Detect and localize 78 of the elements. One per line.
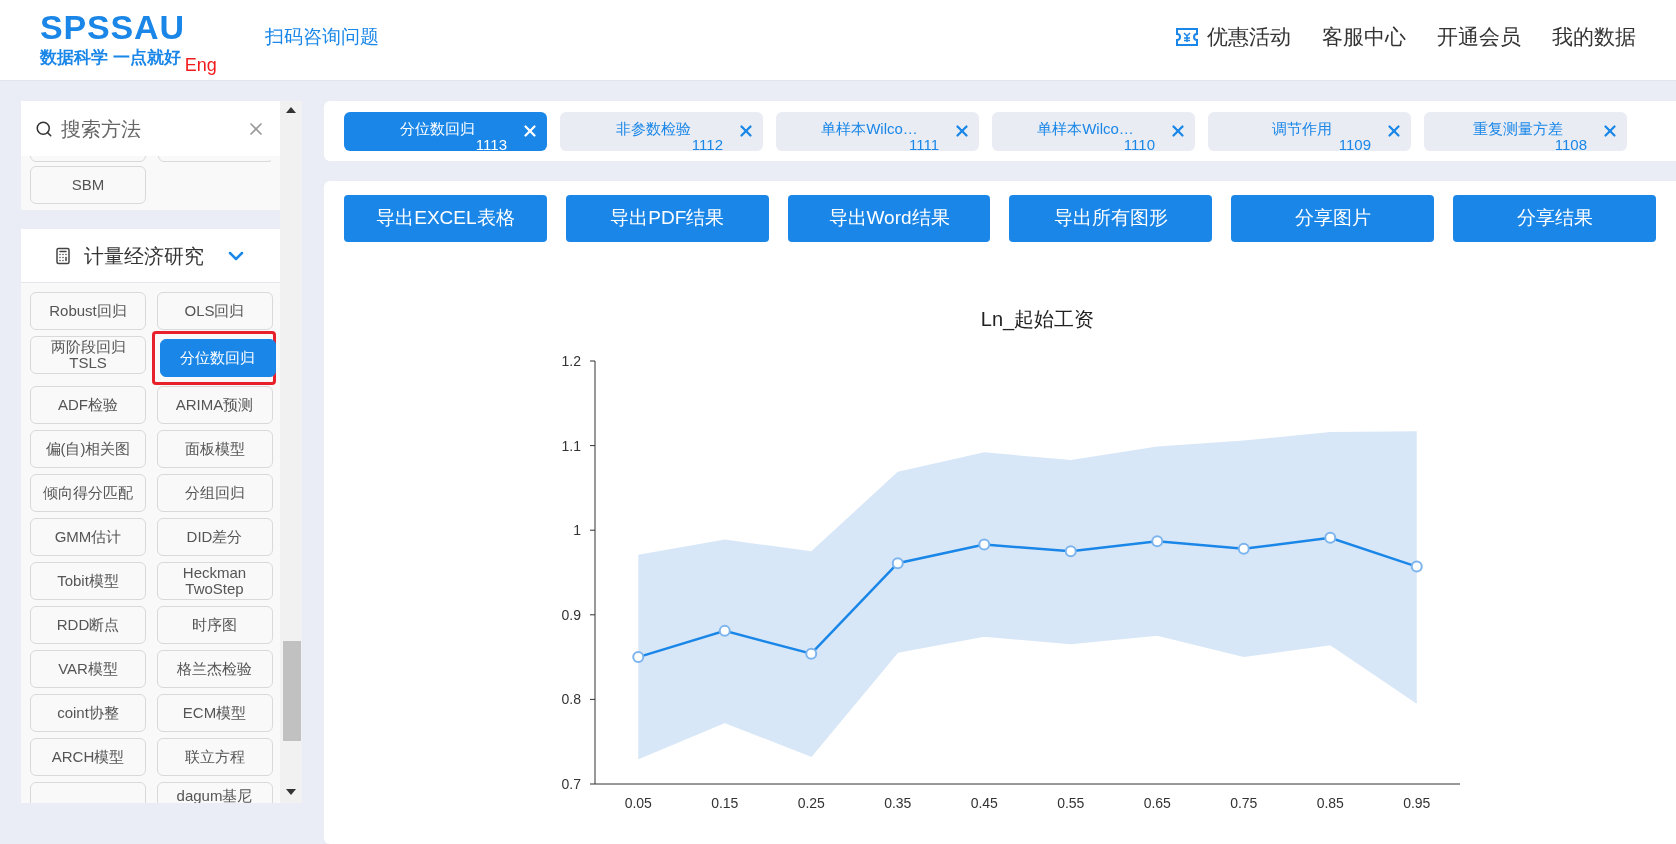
method-button[interactable]: ECM模型 [156, 694, 273, 732]
close-icon[interactable] [953, 122, 971, 140]
close-icon[interactable] [1385, 122, 1403, 140]
language-link[interactable]: Eng [184, 51, 217, 79]
export-button[interactable]: 导出EXCEL表格 [344, 195, 547, 242]
method-button[interactable]: 两阶段回归 TSLS [30, 336, 146, 374]
method-button[interactable]: ADF检验 [30, 386, 146, 424]
slogan: 数据科学 一点就好 [40, 47, 181, 69]
data-point [1410, 560, 1423, 573]
data-point [891, 557, 904, 570]
y-tick-label: 0.9 [561, 606, 581, 623]
x-tick-label: 0.05 [624, 795, 652, 811]
data-point [1324, 531, 1337, 544]
method-button[interactable]: 偏(自)相关图 [30, 430, 146, 468]
method-button[interactable]: Heckman TwoStep [156, 562, 273, 600]
coupon-icon [1175, 27, 1199, 47]
data-point [632, 651, 645, 664]
close-icon[interactable] [521, 122, 539, 140]
data-point [805, 647, 818, 660]
y-tick-label: 1 [573, 522, 581, 539]
method-button[interactable]: OLS回归 [156, 292, 273, 330]
method-button[interactable]: 时序图 [156, 606, 273, 644]
x-tick-label: 0.45 [970, 795, 998, 811]
y-tick-label: 1.2 [561, 353, 581, 369]
export-button[interactable]: 导出Word结果 [787, 195, 991, 242]
method-button[interactable]: 联立方程 [156, 738, 273, 776]
method-button[interactable]: SBM [30, 166, 146, 204]
x-tick-label: 0.55 [1057, 795, 1085, 811]
method-button[interactable]: Robust回归 [30, 292, 146, 330]
consult-link[interactable]: 扫码咨询问题 [264, 22, 379, 52]
x-tick-label: 0.15 [711, 795, 739, 811]
method-button[interactable]: coint协整 [30, 694, 146, 732]
search-field[interactable]: 搜索方法 [61, 113, 238, 144]
chart-title: Ln_起始工资 [980, 308, 1095, 330]
nav-link[interactable]: 开通会员 [1437, 21, 1521, 53]
x-tick-label: 0.75 [1230, 795, 1258, 811]
y-tick-label: 0.7 [561, 776, 581, 792]
export-button[interactable]: 导出所有图形 [1009, 195, 1213, 242]
method-button[interactable]: 格兰杰检验 [156, 650, 273, 688]
method-button[interactable]: RDD断点 [30, 606, 146, 644]
result-tab[interactable]: 分位数回归 1113 [344, 111, 547, 151]
calculator-icon [53, 246, 72, 265]
category-header[interactable]: 计量经济研究 [21, 229, 280, 283]
data-point [1151, 535, 1164, 548]
method-button[interactable]: 倾向得分匹配 [30, 474, 146, 512]
method-button[interactable]: Tobit模型 [30, 562, 146, 600]
search-icon [35, 119, 53, 138]
export-button[interactable]: 分享图片 [1231, 195, 1435, 242]
method-button[interactable]: DID差分 [156, 518, 273, 556]
method-button[interactable]: 面板模型 [156, 430, 273, 468]
search-box[interactable]: 搜索方法 [21, 101, 280, 156]
export-button[interactable]: 导出PDF结果 [565, 195, 769, 242]
x-tick-label: 0.25 [797, 795, 825, 811]
method-button[interactable]: VAR模型 [30, 650, 146, 688]
data-point [718, 624, 731, 637]
method-button[interactable]: ARIMA预测 [156, 386, 273, 424]
logo: SPSSAU [40, 9, 186, 44]
data-point [1064, 545, 1077, 558]
data-point [978, 538, 991, 551]
x-tick-label: 0.35 [884, 795, 912, 811]
data-point [1237, 542, 1250, 555]
nav-link[interactable]: 客服中心 [1322, 21, 1406, 53]
export-button[interactable]: 分享结果 [1453, 195, 1656, 242]
x-tick-label: 0.95 [1403, 795, 1431, 811]
nav-link[interactable]: 我的数据 [1552, 21, 1636, 53]
method-button[interactable]: ARCH模型 [30, 738, 146, 776]
x-tick-label: 0.85 [1316, 795, 1344, 811]
close-icon[interactable] [1601, 122, 1619, 140]
nav-link[interactable]: 优惠活动 [1175, 21, 1291, 53]
y-tick-label: 0.8 [561, 691, 581, 708]
method-button[interactable]: 分位数回归 [159, 339, 276, 377]
method-button[interactable]: 分组回归 [156, 474, 273, 512]
x-tick-label: 0.65 [1143, 795, 1171, 811]
scrollbar[interactable] [280, 101, 302, 803]
close-icon[interactable] [1169, 122, 1187, 140]
close-icon[interactable] [737, 122, 755, 140]
y-tick-label: 1.1 [561, 437, 581, 454]
method-button[interactable]: GMM估计 [30, 518, 146, 556]
